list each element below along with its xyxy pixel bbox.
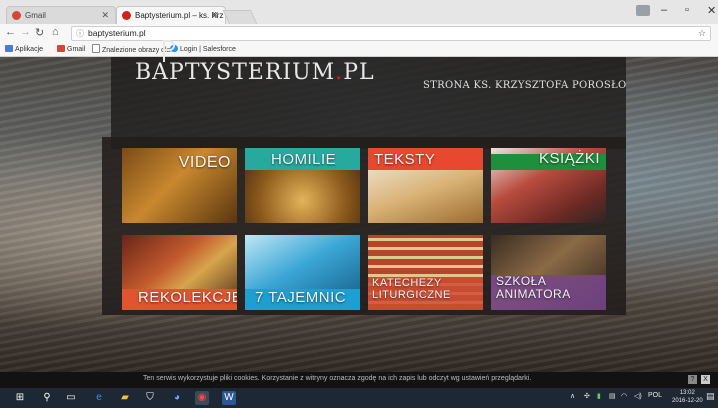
- tile-label: KSIĄŻKI: [538, 150, 600, 167]
- bookmark-apps[interactable]: Aplikacje: [5, 44, 43, 55]
- cookie-close-button[interactable]: X: [701, 375, 710, 384]
- close-window-icon[interactable]: ✕: [707, 4, 716, 17]
- tile-teksty[interactable]: TEKSTY: [368, 148, 483, 223]
- tab-baptysterium[interactable]: Baptysterium.pl – ks. Krz ✕: [116, 6, 226, 24]
- cookie-text: Ten serwis wykorzystuje pliki cookies. K…: [143, 375, 532, 382]
- taskbar: ⊞ ⚲ ▭ e ▰ ⛉ ◕ ◉ W ∧ ✣ ▮ ▤ ◠ ◁) POL 13:02…: [0, 388, 718, 408]
- tile-label: REKOLEKCJE: [138, 289, 237, 306]
- profile-icon[interactable]: [636, 5, 650, 16]
- tile-homilie[interactable]: HOMILIE: [245, 148, 360, 223]
- bookmark-salesforce[interactable]: Login | Salesforce: [170, 44, 236, 55]
- tile-label: VIDEO: [178, 154, 231, 171]
- close-tab-icon[interactable]: ✕: [211, 7, 219, 24]
- clock[interactable]: 13:02 2016-12-20: [672, 389, 703, 405]
- site-tagline: STRONA KS. KRZYSZTOFA POROSŁO: [423, 80, 627, 91]
- back-icon[interactable]: ←: [5, 26, 16, 38]
- network-icon[interactable]: ✣: [584, 392, 590, 400]
- tile-7-tajemnic[interactable]: 7 TAJEMNIC: [245, 235, 360, 310]
- new-tab-button[interactable]: [222, 10, 258, 24]
- bookmarks-bar: Aplikacje Gmail Znalezione obrazy dla Lo…: [0, 43, 718, 57]
- gmail-icon: [57, 45, 65, 52]
- tab-gmail[interactable]: Gmail ✕: [6, 6, 116, 24]
- bookmark-star-icon[interactable]: ☆: [698, 27, 706, 40]
- store-icon[interactable]: ⛉: [143, 391, 157, 405]
- language-indicator[interactable]: POL: [648, 392, 662, 399]
- site-logo[interactable]: BAPTYSTERIUM.PL: [135, 60, 375, 85]
- address-bar[interactable]: ⓘ baptysterium.pl ☆: [71, 26, 711, 41]
- tile-video[interactable]: VIDEO: [122, 148, 237, 223]
- maximize-icon[interactable]: ▫: [685, 4, 689, 16]
- tab-title: Gmail: [25, 11, 46, 20]
- site-info-icon[interactable]: ⓘ: [76, 27, 84, 40]
- tile-szkola-animatora[interactable]: SZKOŁA ANIMATORA: [491, 235, 606, 310]
- page-icon: [92, 44, 100, 53]
- edge-icon[interactable]: e: [92, 391, 106, 405]
- wifi-icon[interactable]: ◠: [621, 392, 627, 400]
- cookie-banner: Ten serwis wykorzystuje pliki cookies. K…: [0, 372, 718, 388]
- action-center-icon[interactable]: ▤: [706, 391, 715, 402]
- volume-icon[interactable]: ◁): [634, 392, 642, 400]
- url-text: baptysterium.pl: [88, 28, 146, 38]
- tile-label: KATECHEZY LITURGICZNE: [372, 277, 451, 301]
- tile-label: 7 TAJEMNIC: [255, 289, 347, 306]
- onedrive-icon[interactable]: ▤: [609, 392, 616, 400]
- cookie-help-button[interactable]: ?: [688, 375, 697, 384]
- gmail-favicon-icon: [12, 11, 21, 20]
- minimize-icon[interactable]: –: [661, 4, 667, 16]
- windows-start-icon[interactable]: ⊞: [13, 391, 27, 405]
- tab-strip: Gmail ✕ Baptysterium.pl – ks. Krz ✕ – ▫ …: [0, 0, 718, 24]
- app-icon[interactable]: ◕: [170, 391, 184, 405]
- logo-p-bowl: [163, 40, 175, 51]
- file-explorer-icon[interactable]: ▰: [118, 391, 132, 405]
- close-tab-icon[interactable]: ✕: [101, 7, 109, 24]
- tile-label: HOMILIE: [271, 151, 337, 168]
- tile-rekolekcje[interactable]: REKOLEKCJE: [122, 235, 237, 310]
- tile-label: SZKOŁA ANIMATORA: [496, 274, 571, 301]
- baptysterium-favicon-icon: [122, 11, 131, 20]
- forward-icon[interactable]: →: [20, 26, 31, 38]
- bookmark-gmail[interactable]: Gmail: [57, 44, 85, 55]
- bookmark-images[interactable]: Znalezione obrazy dla: [92, 44, 171, 56]
- task-view-icon[interactable]: ▭: [64, 391, 78, 405]
- word-icon[interactable]: W: [222, 391, 236, 405]
- tray-chevron-icon[interactable]: ∧: [570, 392, 575, 400]
- tile-ksiazki[interactable]: KSIĄŻKI: [491, 148, 606, 223]
- tile-katechezy-liturgiczne[interactable]: KATECHEZY LITURGICZNE: [368, 235, 483, 310]
- reload-icon[interactable]: ↻: [35, 26, 44, 39]
- tile-label: TEKSTY: [374, 151, 436, 168]
- battery-icon[interactable]: ▮: [597, 392, 601, 400]
- apps-icon: [5, 45, 13, 52]
- chrome-icon[interactable]: ◉: [195, 391, 209, 405]
- tab-title: Baptysterium.pl – ks. Krz: [135, 11, 224, 20]
- home-icon[interactable]: ⌂: [52, 26, 59, 38]
- search-icon[interactable]: ⚲: [40, 391, 54, 405]
